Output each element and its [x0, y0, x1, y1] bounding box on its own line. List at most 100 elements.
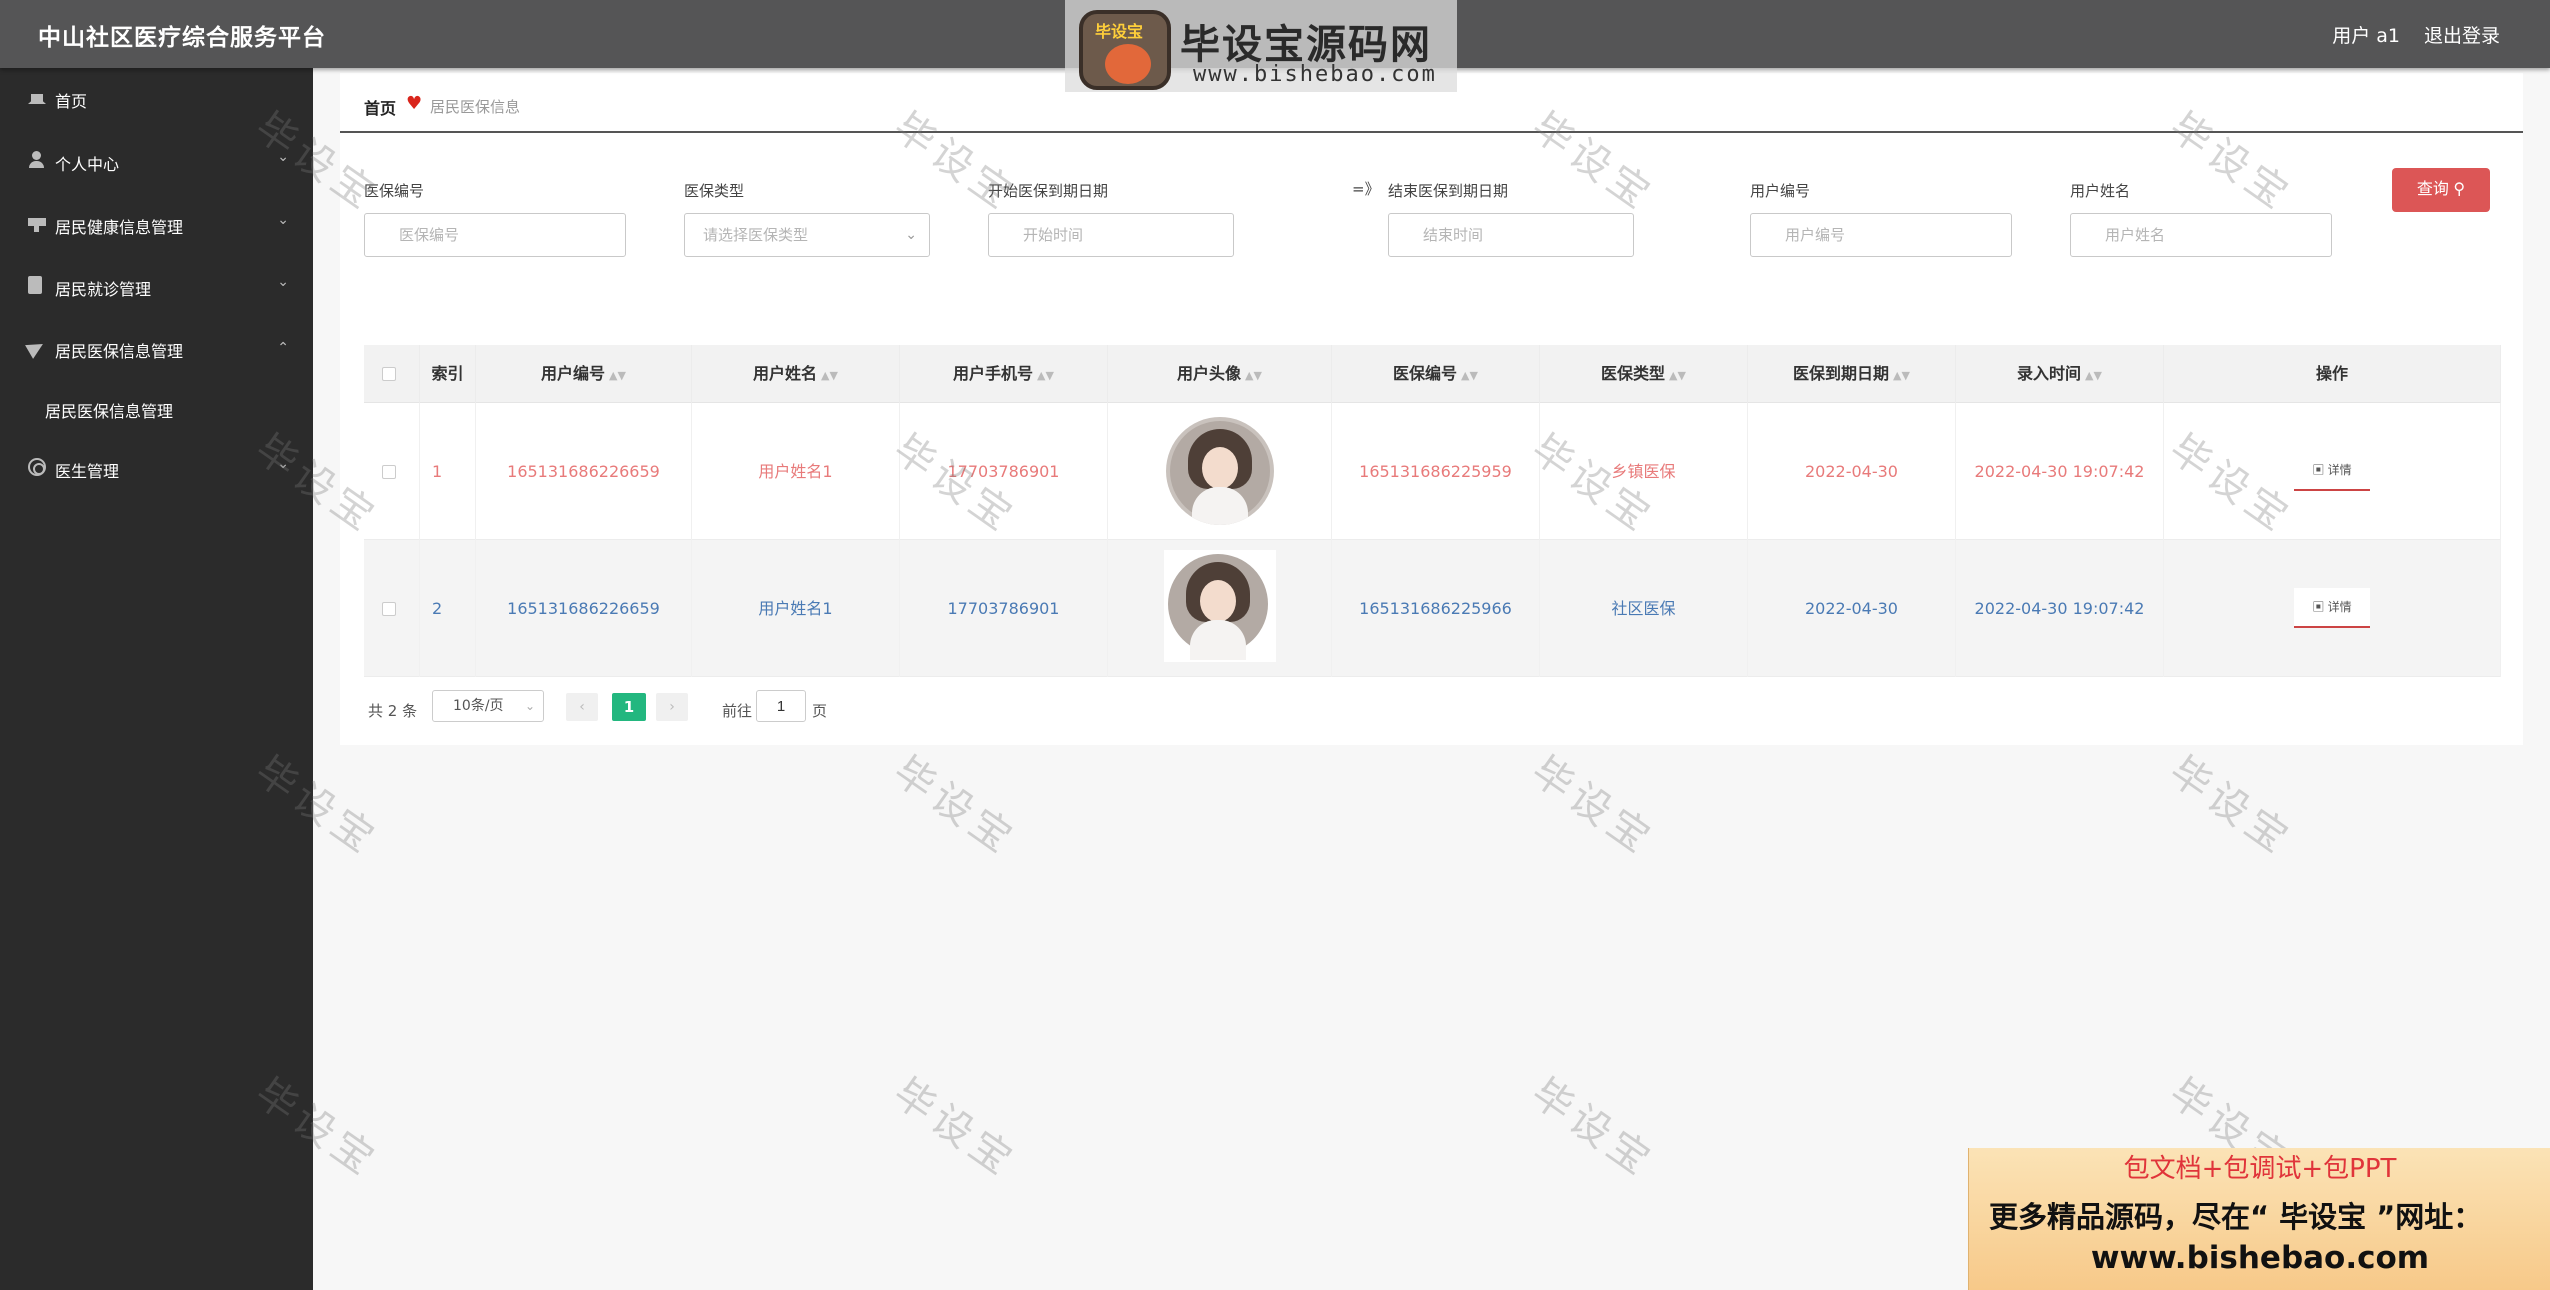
sort-icon[interactable]: ▲▼ [1037, 369, 1054, 382]
chevron-down-icon: ⌄ [277, 149, 289, 165]
cell-user-no: 165131686226659 [476, 403, 692, 540]
select-all-checkbox[interactable] [382, 367, 396, 381]
column-header-actions: 操作 [2164, 345, 2501, 403]
start-date-input[interactable] [988, 213, 1234, 257]
column-header-insurance-type[interactable]: 医保类型 ▲▼ [1540, 345, 1748, 403]
cell-phone: 17703786901 [900, 540, 1108, 677]
column-header-created-at[interactable]: 录入时间 ▲▼ [1956, 345, 2164, 403]
user-icon [28, 151, 46, 169]
sidebar-subitem-label: 居民医保信息管理 [45, 402, 174, 421]
row-checkbox[interactable] [382, 465, 396, 479]
column-header-user-name[interactable]: 用户姓名 ▲▼ [692, 345, 900, 403]
column-header-avatar[interactable]: 用户头像 ▲▼ [1108, 345, 1332, 403]
sidebar-item-personal-center[interactable]: 个人中心 ⌄ [0, 141, 313, 181]
logo-badge: 毕设宝 [1079, 10, 1171, 90]
avatar[interactable] [1166, 417, 1274, 525]
sort-icon[interactable]: ▲▼ [1893, 369, 1910, 382]
user-name-label: 用户姓名 [2070, 182, 2131, 200]
chevron-down-icon: ⌄ [277, 456, 289, 472]
column-header-expiry-date[interactable]: 医保到期日期 ▲▼ [1748, 345, 1956, 403]
sort-icon[interactable]: ▲▼ [1669, 369, 1686, 382]
ad-line-2: 更多精品源码，尽在“ 毕设宝 ”网址： [1989, 1200, 2483, 1234]
cell-index: 1 [420, 403, 476, 540]
sidebar-item-home[interactable]: 首页 [0, 78, 313, 118]
health-icon [28, 218, 46, 232]
cell-user-no: 165131686226659 [476, 540, 692, 677]
insurance-type-label: 医保类型 [684, 182, 745, 200]
sidebar-item-insurance-management[interactable]: 居民医保信息管理 ⌃ [0, 328, 313, 368]
next-page-button[interactable]: › [656, 693, 688, 721]
chevron-up-icon: ⌃ [277, 340, 289, 356]
detail-icon: ▣ [2312, 600, 2325, 614]
select-all-cell [364, 345, 420, 403]
sort-icon[interactable]: ▲▼ [1461, 369, 1478, 382]
clipboard-icon [28, 276, 42, 294]
insurance-no-input[interactable] [364, 213, 626, 257]
goto-page-input[interactable] [756, 690, 806, 722]
table-header: 索引 用户编号 ▲▼ 用户姓名 ▲▼ 用户手机号 ▲▼ 用户头像 ▲▼ 医保编号 ▲▼ 医… [364, 345, 2501, 403]
prev-page-button[interactable]: ‹ [566, 693, 598, 721]
insurance-type-select[interactable]: 请选择医保类型 ⌄ [684, 213, 930, 257]
user-no-input[interactable] [1750, 213, 2012, 257]
sidebar-item-health-info[interactable]: 居民健康信息管理 ⌄ [0, 204, 313, 244]
app-title: 中山社区医疗综合服务平台 [38, 25, 326, 51]
chevron-down-icon: ⌄ [905, 227, 917, 243]
current-page-button[interactable]: 1 [612, 693, 646, 721]
doctor-icon [28, 458, 46, 476]
cell-user-name: 用户姓名1 [692, 403, 900, 540]
sidebar-item-label: 居民就诊管理 [55, 280, 152, 299]
ad-line-1: 包文档+包调试+包PPT [2123, 1154, 2397, 1184]
sidebar-item-label: 首页 [55, 92, 88, 111]
row-checkbox[interactable] [382, 602, 396, 616]
cell-phone: 17703786901 [900, 403, 1108, 540]
end-date-input[interactable] [1388, 213, 1634, 257]
avatar[interactable] [1164, 550, 1276, 662]
breadcrumb-home[interactable]: 首页 [364, 95, 396, 119]
heart-icon: ♥ [406, 93, 423, 114]
sort-icon[interactable]: ▲▼ [821, 369, 838, 382]
sidebar-item-visit-management[interactable]: 居民就诊管理 ⌄ [0, 266, 313, 306]
cell-insurance-type: 乡镇医保 [1540, 403, 1748, 540]
breadcrumb-current: 居民医保信息 [430, 98, 521, 116]
sidebar-subitem-insurance-info[interactable]: 居民医保信息管理 [0, 388, 313, 428]
watermark-text: 毕设宝 [2160, 747, 2301, 865]
user-label[interactable]: 用户 a1 [2332, 21, 2400, 48]
search-button[interactable]: 查询 ⚲ [2392, 168, 2490, 212]
sidebar-item-doctor-management[interactable]: 医生管理 ⌄ [0, 448, 313, 488]
table-row: 2 165131686226659 用户姓名1 17703786901 1651… [364, 540, 2501, 677]
detail-button[interactable]: ▣ 详情 [2294, 588, 2370, 628]
start-date-label: 开始医保到期日期 [988, 182, 1109, 200]
table-row: 1 165131686226659 用户姓名1 17703786901 1651… [364, 403, 2501, 540]
home-icon [28, 86, 46, 104]
chevron-down-icon: ⌄ [277, 212, 289, 228]
sidebar-item-label: 医生管理 [55, 462, 120, 481]
cell-insurance-no: 165131686225966 [1332, 540, 1540, 677]
logo-url: www.bishebao.com [1193, 62, 1437, 87]
sort-icon[interactable]: ▲▼ [609, 369, 626, 382]
detail-button[interactable]: ▣ 详情 [2294, 451, 2370, 491]
search-button-label: 查询 [2416, 181, 2449, 198]
cell-created-at: 2022-04-30 19:07:42 [1956, 540, 2164, 677]
logout-button[interactable]: 退出登录 [2424, 21, 2500, 48]
column-header-insurance-no[interactable]: 医保编号 ▲▼ [1332, 345, 1540, 403]
search-icon: ⚲ [2453, 181, 2466, 198]
insurance-no-label: 医保编号 [364, 182, 425, 200]
watermark-text: 毕设宝 [1522, 1069, 1663, 1187]
ad-banner[interactable]: 包文档+包调试+包PPT 更多精品源码，尽在“ 毕设宝 ”网址： www.bis… [1968, 1148, 2550, 1290]
page-suffix: 页 [812, 702, 828, 720]
watermark-logo: 毕设宝 毕设宝源码网 www.bishebao.com [1065, 0, 1457, 92]
column-header-user-no[interactable]: 用户编号 ▲▼ [476, 345, 692, 403]
send-icon [25, 337, 47, 359]
pagination-total: 共 2 条 [368, 702, 418, 720]
sort-icon[interactable]: ▲▼ [1245, 369, 1262, 382]
page-size-select[interactable]: 10条/页 ⌄ [432, 690, 544, 722]
logo-badge-text: 毕设宝 [1095, 22, 1144, 41]
column-header-phone[interactable]: 用户手机号 ▲▼ [900, 345, 1108, 403]
cell-insurance-no: 165131686225959 [1332, 403, 1540, 540]
user-name-input[interactable] [2070, 213, 2332, 257]
insurance-type-placeholder: 请选择医保类型 [703, 226, 809, 244]
sidebar-item-label: 个人中心 [55, 155, 120, 174]
sort-icon[interactable]: ▲▼ [2085, 369, 2102, 382]
end-date-label: 结束医保到期日期 [1388, 182, 1509, 200]
watermark-text: 毕设宝 [884, 747, 1025, 865]
